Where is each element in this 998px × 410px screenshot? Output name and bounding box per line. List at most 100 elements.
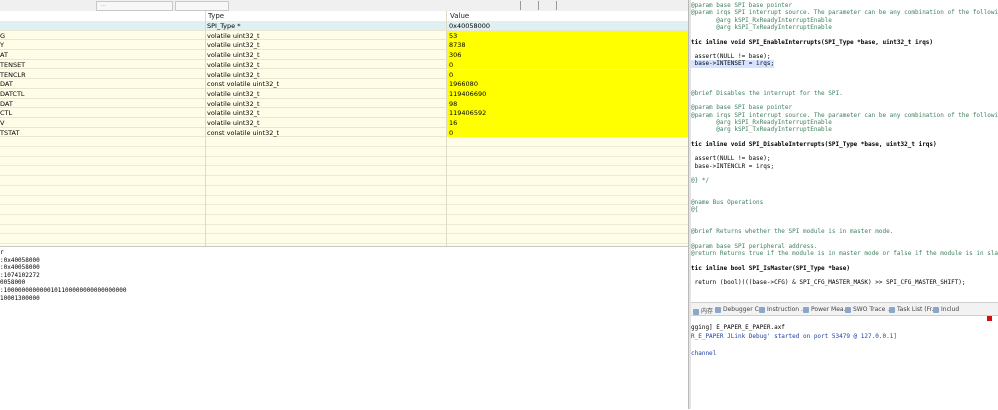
code-line: @param base SPI base pointer [691, 2, 793, 9]
table-row[interactable]: DAT volatile uint32_t 98 [0, 98, 688, 109]
cell-value[interactable]: 119406690 [447, 88, 688, 99]
cell-type: volatile uint32_t [207, 70, 260, 79]
view-tab[interactable]: Includ [933, 306, 959, 313]
cell-type: volatile uint32_t [207, 41, 260, 50]
view-tab[interactable]: 内存 [693, 306, 713, 315]
cell-value[interactable]: 1966080 [447, 79, 688, 89]
empty-row [0, 137, 688, 148]
code-line: tic inline void SPI_DisableInterrupts(SP… [691, 140, 937, 148]
empty-row [0, 167, 688, 177]
debug-console-line: channel [691, 349, 717, 357]
header-value[interactable]: Value [450, 12, 469, 20]
code-line: assert(NULL != base); [691, 155, 771, 163]
table-row[interactable]: Gvolatile uint32_t 53 [0, 30, 688, 41]
cell-type: volatile uint32_t [207, 51, 260, 60]
memory-icon [693, 308, 699, 315]
cell-value[interactable]: 16 [447, 118, 688, 128]
table-row[interactable]: Vvolatile uint32_t 16 [0, 118, 688, 128]
table-row[interactable]: DATCTL volatile uint32_t 119406690 [0, 88, 688, 99]
code-line: @{ [691, 206, 699, 214]
table-row[interactable]: CTL volatile uint32_t 119406592 [0, 108, 688, 118]
view-tab-label: Includ [941, 306, 960, 313]
cell-type: const volatile uint32_t [207, 128, 280, 137]
editor-tab-stub[interactable]: ... [96, 1, 173, 11]
cell-value[interactable]: 0 [447, 59, 688, 70]
empty-row [0, 196, 688, 206]
view-tab-label: Power Mea... [811, 306, 850, 313]
console-line: :1074102272 [0, 271, 40, 279]
column-divider[interactable] [205, 11, 206, 246]
cell-type: volatile uint32_t [207, 89, 260, 98]
console-line: :0x40058000 [0, 264, 40, 272]
code-line: assert(NULL != base); [691, 53, 771, 61]
empty-row [0, 225, 688, 235]
cell-name: TSTAT [0, 128, 20, 137]
debug-console-line [691, 341, 998, 350]
cell-value[interactable]: 98 [447, 98, 688, 109]
code-editor[interactable]: @param base SPI base pointer @param irqs … [691, 0, 998, 300]
cell-name: DAT [0, 99, 13, 108]
expressions-console[interactable]: r:0x40058000:0x40058000:1074102272 005800… [0, 246, 688, 410]
power-icon [803, 306, 809, 313]
code-line: @arg kSPI_TxReadyInterruptEnable [691, 23, 832, 31]
code-line: @param base SPI peripheral address. [691, 242, 818, 250]
code-line: @arg kSPI_RxReadyInterruptEnable [691, 16, 832, 24]
editor-tab-stub-label: ... [101, 2, 106, 8]
table-row[interactable]: AT volatile uint32_t 306 [0, 50, 688, 60]
cell-name: CTL [0, 109, 13, 118]
code-line: @arg kSPI_RxReadyInterruptEnable [691, 118, 832, 126]
view-tab[interactable]: Power Mea... [803, 306, 849, 313]
code-line: base->INTENCLR = irqs; [691, 162, 775, 170]
code-line: @} */ [691, 177, 710, 185]
cell-type: volatile uint32_t [207, 109, 260, 118]
empty-row [0, 215, 688, 225]
view-tab-label: SWO Trace ... [853, 306, 893, 313]
console-line: 10001300000 [0, 294, 40, 302]
console-line: :0x40058000 [0, 256, 40, 264]
code-line: @brief Disables the interrupt for the SP… [691, 89, 843, 97]
code-line: tic inline void SPI_EnableInterrupts(SPI… [691, 38, 934, 46]
empty-row [0, 157, 688, 167]
debug-console-line: R_E_PAPER JLink Debug' started on port 5… [691, 332, 897, 340]
column-divider[interactable] [446, 11, 447, 246]
cell-value[interactable]: 0x40058000 [447, 21, 688, 31]
debug-console-line: gging] E_PAPER_E_PAPER.axf [691, 324, 785, 331]
include-icon [933, 306, 939, 313]
cell-value[interactable]: 53 [447, 30, 688, 41]
table-row[interactable]: TSTAT const volatile uint32_t 0 [0, 127, 688, 138]
view-tab[interactable]: Debugger C... [715, 306, 765, 313]
cell-type: volatile uint32_t [207, 99, 260, 108]
table-row[interactable]: DAT const volatile uint32_t 1966080 [0, 79, 688, 89]
view-tab[interactable]: Instruction ... [759, 306, 807, 313]
view-tab[interactable]: Task List (Fr... [889, 306, 937, 313]
cell-type: SPI_Type * [207, 22, 241, 30]
terminate-icon[interactable] [987, 316, 992, 321]
console-line: 0058000 [0, 279, 26, 287]
swo-icon [845, 306, 851, 313]
cell-name: G [0, 31, 6, 40]
empty-row [0, 205, 688, 215]
cell-value[interactable]: 0 [447, 69, 688, 80]
view-tab[interactable]: SWO Trace ... [845, 306, 893, 313]
cell-name: TENSET [0, 60, 26, 69]
cell-value[interactable]: 119406592 [447, 108, 688, 118]
header-type[interactable]: Type [208, 12, 224, 20]
debugger-icon [715, 306, 721, 313]
editor-tab-stub-2[interactable] [175, 1, 229, 11]
empty-row [0, 147, 688, 157]
table-row[interactable]: TENCLR volatile uint32_t 0 [0, 69, 688, 80]
cell-name: TENCLR [0, 70, 26, 79]
table-row[interactable]: TENSET volatile uint32_t 0 [0, 59, 688, 70]
empty-row [0, 186, 688, 196]
debug-console[interactable]: gging] E_PAPER_E_PAPER.axf R_E_PAPER JLin… [691, 324, 998, 409]
bottom-view-tabs: 内存 Debugger C... Instruction ... Power Mea.… [691, 302, 998, 316]
cell-name: DAT [0, 80, 13, 89]
task-list-icon [889, 306, 895, 313]
cell-name: Y [0, 41, 4, 50]
table-row[interactable]: SPI_Type * 0x40058000 [0, 21, 688, 31]
cell-value[interactable]: 0 [447, 127, 688, 138]
code-line: return (bool)(((base->CFG) & SPI_CFG_MAS… [691, 279, 966, 287]
cell-value[interactable]: 306 [447, 50, 688, 60]
cell-value[interactable]: 8738 [447, 40, 688, 51]
table-row[interactable]: Yvolatile uint32_t 8738 [0, 40, 688, 51]
